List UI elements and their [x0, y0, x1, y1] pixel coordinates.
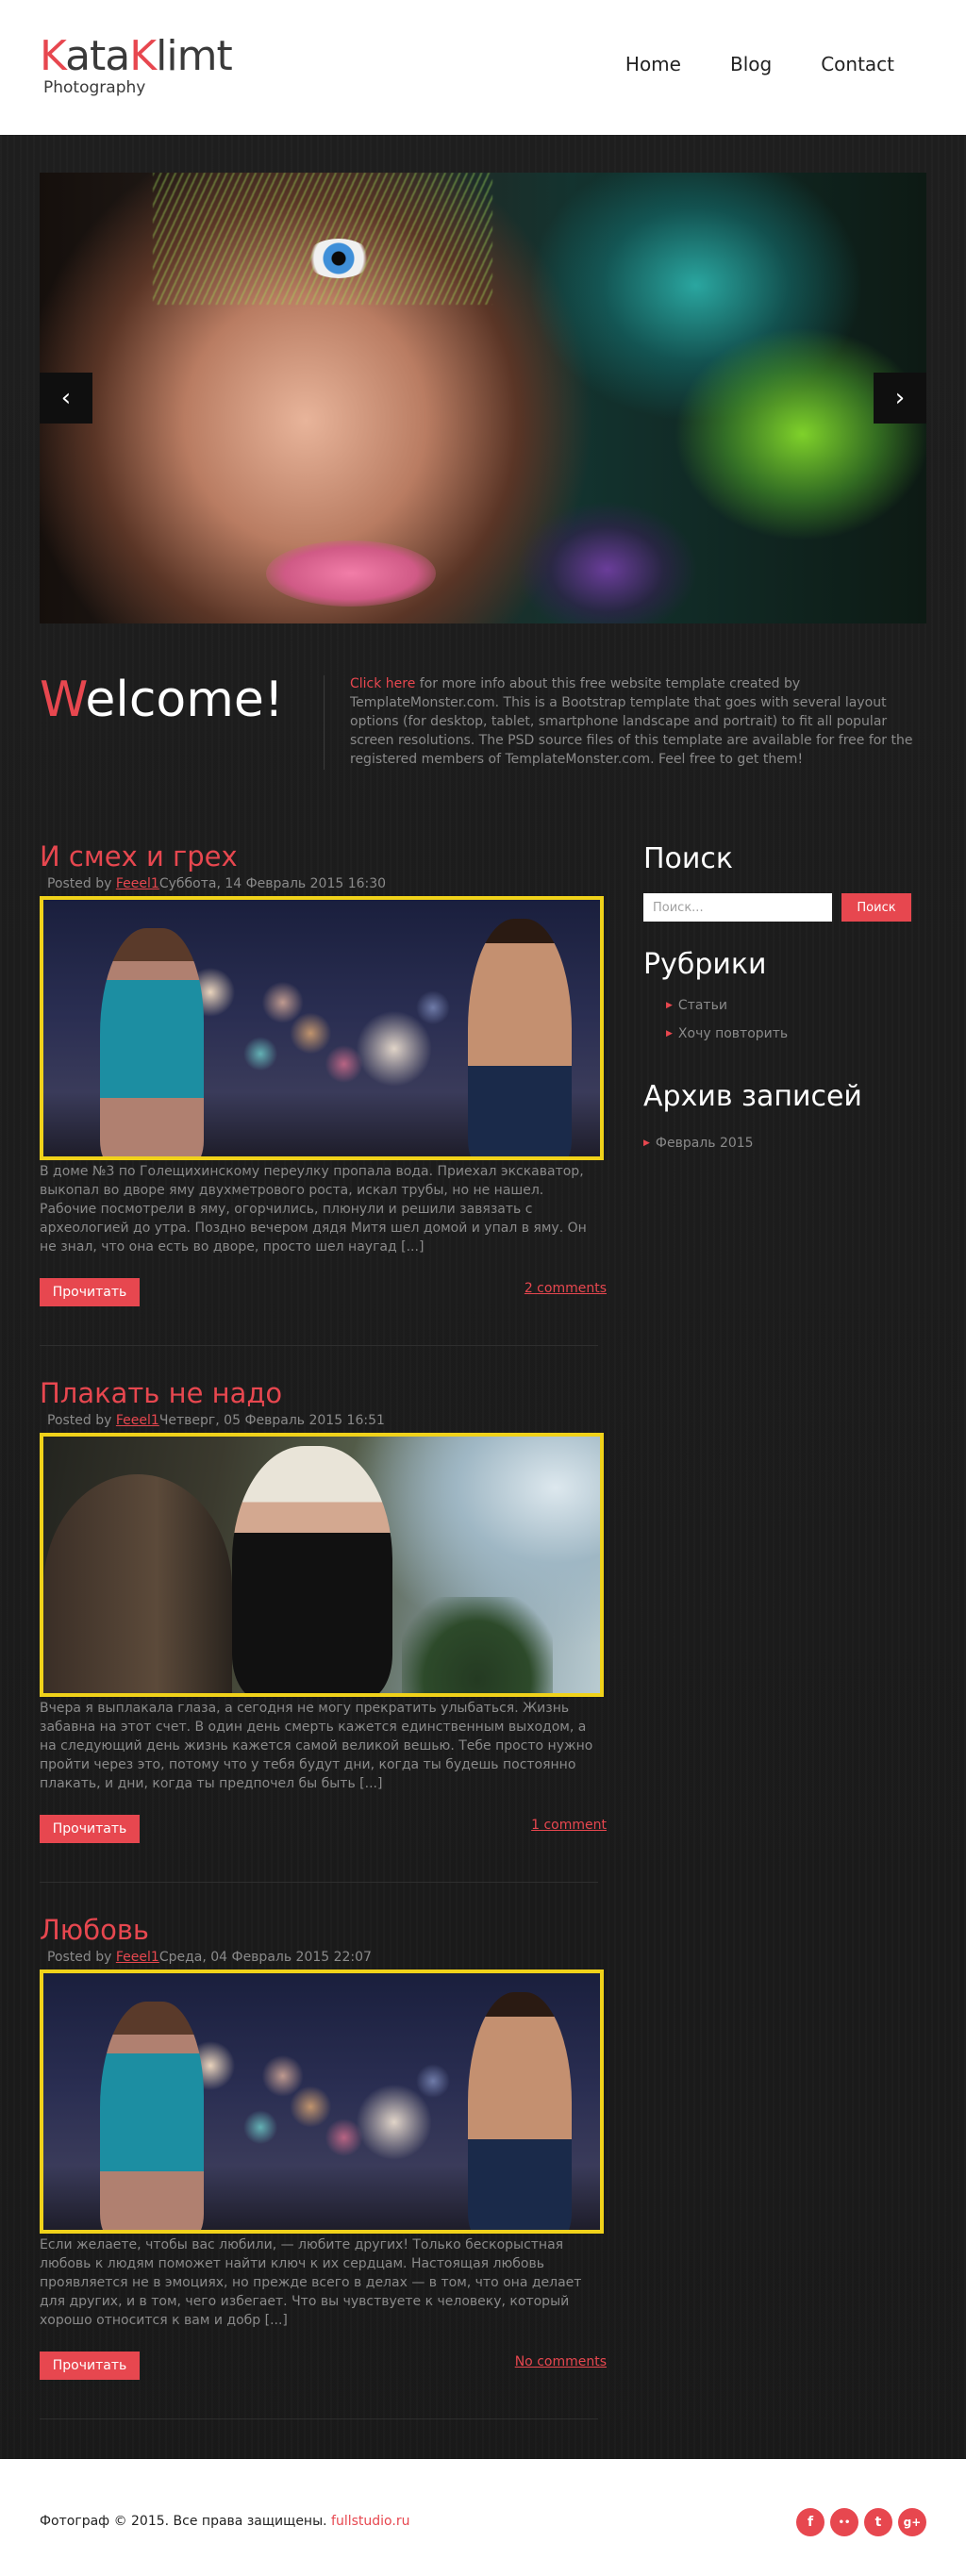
post-date: Суббота, 14 Февраль 2015 16:30 [158, 876, 387, 891]
welcome-first-letter: W [40, 672, 86, 728]
post-meta: Posted by Feeel1Среда, 04 Февраль 2015 2… [47, 1949, 598, 1966]
post-image-figure-woman [100, 928, 204, 1156]
post-title[interactable]: И смех и грех [40, 839, 598, 873]
nav-home[interactable]: Home [625, 53, 681, 75]
twitter-icon[interactable]: t [864, 2508, 892, 2536]
post-author-link[interactable]: Feeel1 [116, 1950, 159, 1965]
search-button[interactable]: Поиск [841, 893, 911, 922]
triangle-bullet-icon: ▶ [666, 1029, 673, 1039]
nav-contact[interactable]: Contact [821, 53, 894, 75]
site-logo[interactable]: KataKlimt Photography [40, 32, 233, 97]
triangle-bullet-icon: ▶ [666, 1001, 673, 1010]
sidebar: Поиск Поиск [643, 842, 926, 922]
comments-link[interactable]: 1 comment [531, 1818, 607, 1833]
site-footer: Фотограф © 2015. Все права защищены. ful… [0, 2459, 966, 2576]
facebook-icon[interactable]: f [796, 2508, 824, 2536]
post-meta: Posted by Feeel1Четверг, 05 Февраль 2015… [47, 1412, 598, 1429]
logo-text: KataKlimt [40, 32, 233, 80]
categories-heading: Рубрики [643, 948, 767, 981]
archive-list: ▶ Февраль 2015 [643, 1129, 926, 1157]
welcome-text: Click here for more info about this free… [350, 674, 927, 769]
post-excerpt: Если желаете, чтобы вас любили, — любите… [40, 2237, 582, 2328]
logo-first-name: ata [65, 32, 130, 80]
category-item[interactable]: ▶ Хочу повторить [666, 1020, 926, 1048]
post-author-link[interactable]: Feeel1 [116, 876, 159, 891]
post-image-figure-man [468, 1992, 572, 2230]
read-more-button[interactable]: Прочитать [40, 1815, 140, 1843]
social-links: f •• t g+ [791, 2508, 926, 2536]
slider-hair-shape [153, 173, 492, 305]
sidebar-archive: Архив записей ▶ Февраль 2015 [643, 1080, 926, 1157]
post-actions: Прочитать 2 comments [40, 1278, 607, 1318]
post-actions: Прочитать 1 comment [40, 1815, 607, 1854]
post-meta-label: Posted by [47, 1413, 116, 1428]
logo-initial-2: K [129, 32, 157, 80]
post-image-figure-woman [100, 2002, 204, 2230]
read-more-button[interactable]: Прочитать [40, 1278, 140, 1306]
welcome-divider [324, 675, 325, 770]
category-label: Статьи [677, 998, 727, 1013]
triangle-bullet-icon: ▶ [643, 1138, 650, 1148]
post-image[interactable] [40, 896, 604, 1160]
welcome-click-here-link[interactable]: Click here [350, 676, 415, 691]
post-date: Четверг, 05 Февраль 2015 16:51 [158, 1413, 385, 1428]
post-image-figure-woman [232, 1446, 392, 1693]
post-separator [40, 1345, 598, 1346]
categories-list: ▶ Статьи ▶ Хочу повторить [666, 991, 926, 1048]
main-nav: Home Blog Contact [576, 53, 894, 75]
flickr-icon[interactable]: •• [830, 2508, 858, 2536]
post-meta-label: Posted by [47, 876, 116, 891]
post-excerpt: Вчера я выплакала глаза, а сегодня не мо… [40, 1701, 593, 1791]
welcome-body: for more info about this free website te… [350, 676, 913, 767]
blog-post: Любовь Posted by Feeel1Среда, 04 Февраль… [40, 1913, 607, 2419]
archive-heading: Архив записей [643, 1080, 862, 1113]
blog-post: Плакать не надо Posted by Feeel1Четверг,… [40, 1376, 607, 1883]
search-form: Поиск [643, 893, 926, 922]
post-title[interactable]: Плакать не надо [40, 1376, 598, 1410]
post-title[interactable]: Любовь [40, 1913, 598, 1947]
post-image-tree [402, 1597, 553, 1693]
sidebar-categories: Рубрики ▶ Статьи ▶ Хочу повторить [643, 948, 926, 1048]
blog-post: И смех и грех Posted by Feeel1Суббота, 1… [40, 839, 607, 1346]
comments-link[interactable]: 2 comments [525, 1281, 607, 1296]
post-author-link[interactable]: Feeel1 [116, 1413, 159, 1428]
logo-subtitle: Photography [43, 78, 146, 97]
logo-initial: K [40, 32, 66, 80]
comments-link[interactable]: No comments [515, 2354, 607, 2369]
post-image-figure-man [468, 919, 572, 1156]
category-label: Хочу повторить [677, 1026, 789, 1041]
logo-last-name: limt [156, 32, 233, 80]
post-image[interactable] [40, 1969, 604, 2234]
post-image-arch [43, 1474, 232, 1693]
chevron-right-icon: › [894, 384, 906, 412]
archive-item[interactable]: ▶ Февраль 2015 [643, 1129, 926, 1157]
post-meta: Posted by Feeel1Суббота, 14 Февраль 2015… [47, 875, 598, 892]
post-excerpt: В доме №3 по Голещихинскому переулку про… [40, 1164, 587, 1255]
post-separator [40, 1882, 598, 1883]
copyright-text: Фотограф © 2015. Все права защищены. [40, 2514, 332, 2529]
post-separator [40, 2418, 598, 2419]
chevron-left-icon: ‹ [60, 384, 72, 412]
post-meta-label: Posted by [47, 1950, 116, 1965]
post-actions: Прочитать No comments [40, 2352, 607, 2391]
archive-label: Февраль 2015 [655, 1136, 754, 1151]
slider-next-button[interactable]: › [874, 373, 926, 424]
slider-prev-button[interactable]: ‹ [40, 373, 92, 424]
category-item[interactable]: ▶ Статьи [666, 991, 926, 1020]
search-heading: Поиск [643, 842, 734, 875]
slider-lips-shape [266, 540, 436, 607]
footer-copyright: Фотограф © 2015. Все права защищены. ful… [40, 2514, 409, 2529]
site-header: KataKlimt Photography Home Blog Contact [0, 0, 966, 135]
read-more-button[interactable]: Прочитать [40, 2352, 140, 2380]
welcome-title-rest: elcome! [85, 672, 284, 728]
post-date: Среда, 04 Февраль 2015 22:07 [158, 1950, 372, 1965]
google-plus-icon[interactable]: g+ [898, 2508, 926, 2536]
footer-site-link[interactable]: fullstudio.ru [331, 2514, 409, 2529]
search-input[interactable] [643, 893, 832, 922]
slider-eye-shape [306, 239, 372, 278]
welcome-title: Welcome! [40, 672, 284, 728]
nav-blog[interactable]: Blog [730, 53, 772, 75]
post-image[interactable] [40, 1433, 604, 1697]
hero-slider-image [40, 173, 926, 623]
